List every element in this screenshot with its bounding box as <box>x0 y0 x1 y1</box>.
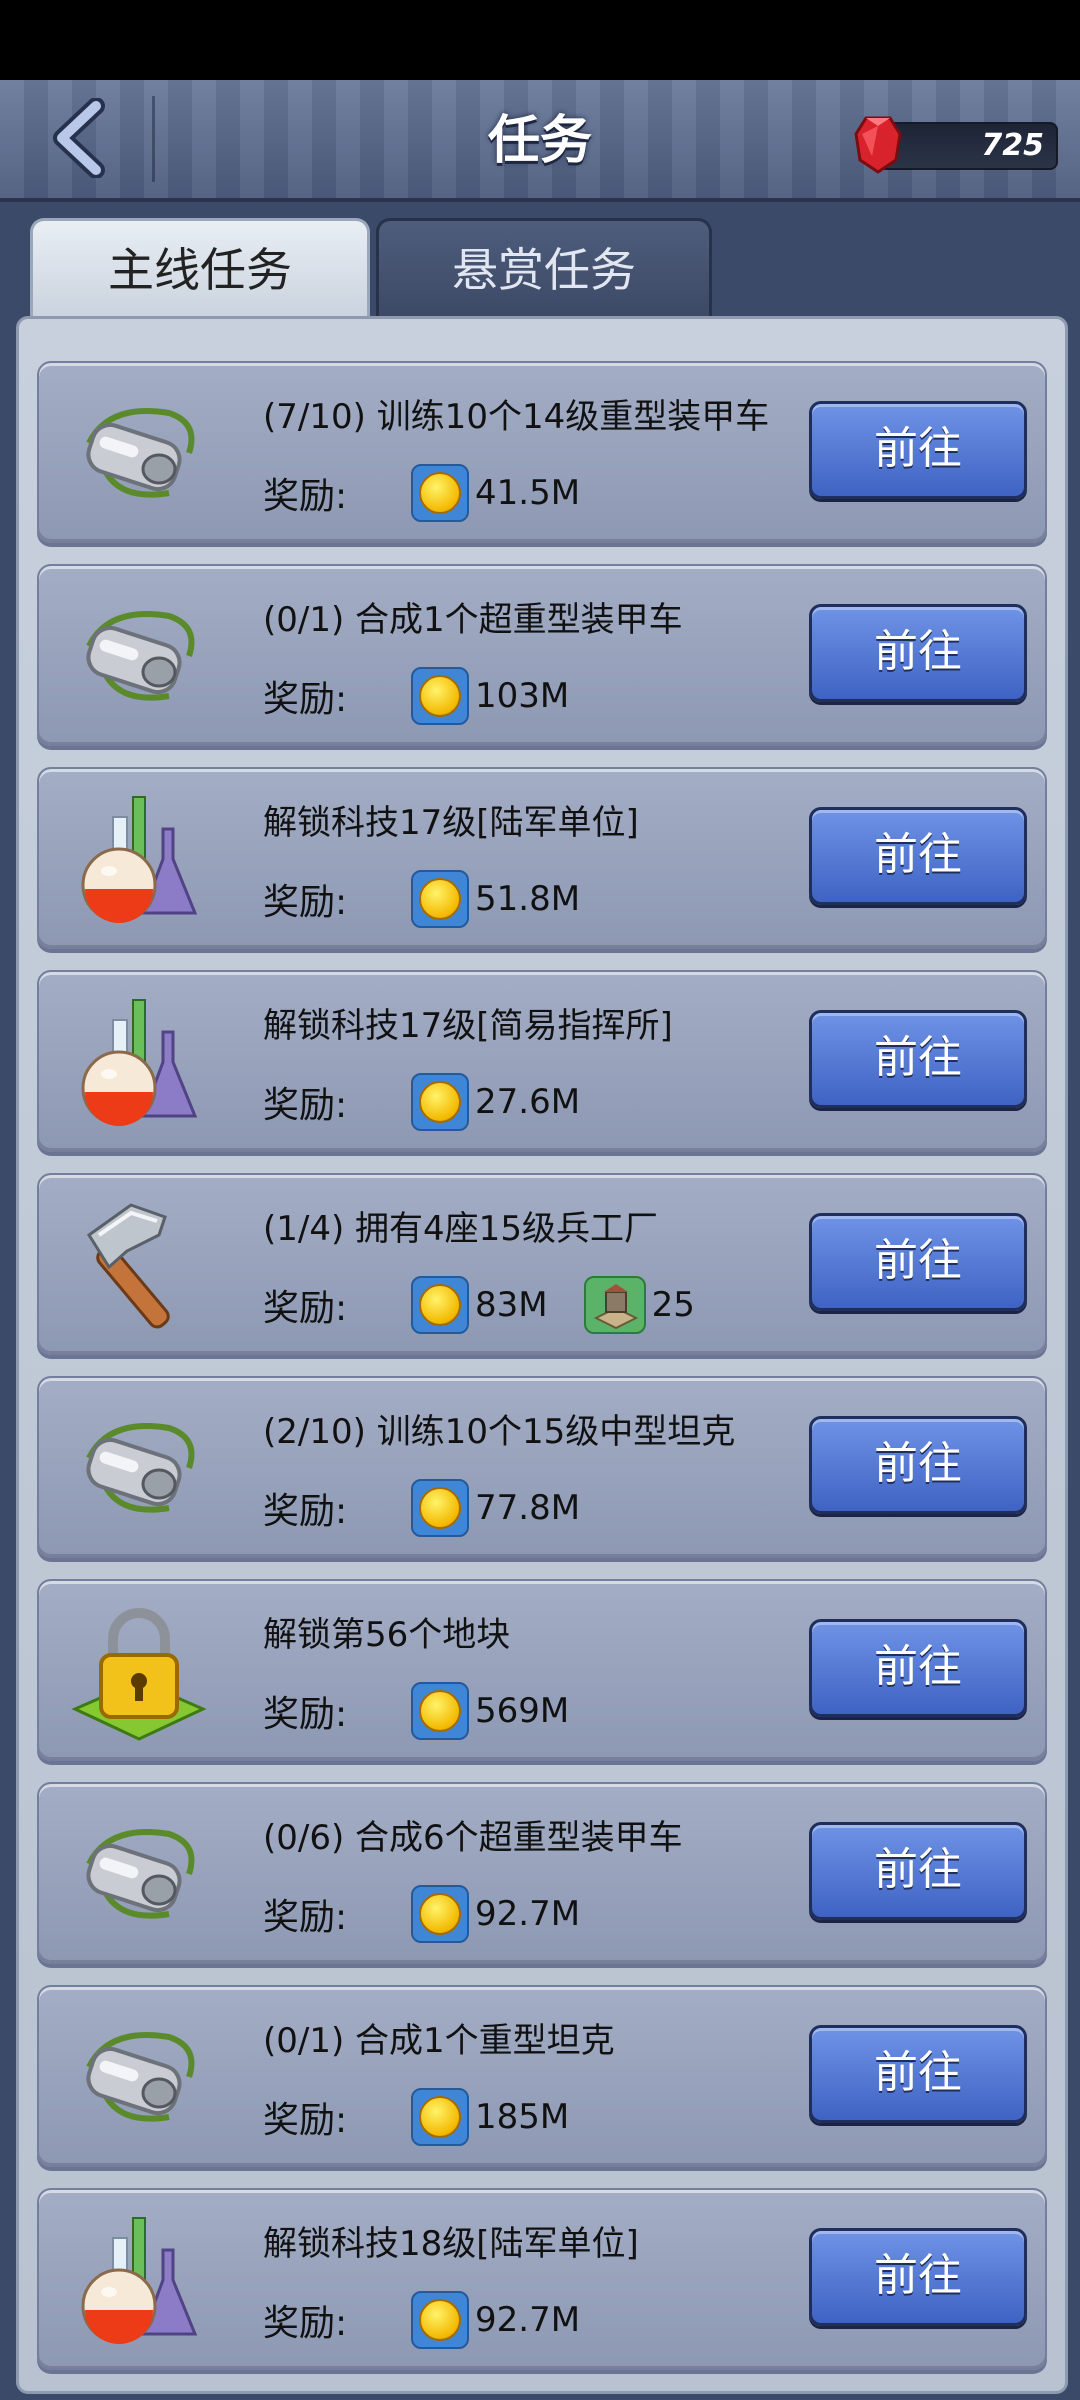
reward-label: 奖励: <box>263 1897 348 1938</box>
reward-row: 奖励: 77.8M <box>263 1478 580 1538</box>
reward-row: 奖励: 569M <box>263 1681 569 1741</box>
reward-amount: 92.7M <box>475 2300 581 2340</box>
task-card: (7/10) 训练10个14级重型装甲车 奖励: 41.5M 前往 <box>37 361 1047 543</box>
whistle-icon <box>69 2007 209 2147</box>
task-card: 解锁第56个地块 奖励: 569M 前往 <box>37 1579 1047 1761</box>
reward-label: 奖励: <box>263 679 348 720</box>
reward-row: 奖励: 51.8M <box>263 869 580 929</box>
reward-row: 奖励: 27.6M <box>263 1072 580 1132</box>
tab-main-quests[interactable]: 主线任务 <box>30 218 370 319</box>
reward-amount: 185M <box>475 2097 570 2137</box>
task-title: 解锁科技17级[简易指挥所] <box>263 1006 673 1046</box>
whistle-icon <box>69 383 209 523</box>
whistle-icon <box>69 586 209 726</box>
reward-amount: 41.5M <box>475 473 581 513</box>
go-button[interactable]: 前往 <box>809 1822 1027 1920</box>
tab-bounty-quests[interactable]: 悬赏任务 <box>376 218 712 319</box>
reward-label: 奖励: <box>263 2303 348 2344</box>
task-title: 解锁科技18级[陆军单位] <box>263 2224 639 2264</box>
gold-coin-icon <box>411 464 469 522</box>
reward-label: 奖励: <box>263 1694 348 1735</box>
reward-row: 奖励: 103M <box>263 666 569 726</box>
go-button[interactable]: 前往 <box>809 1213 1027 1311</box>
task-card: 解锁科技18级[陆军单位] 奖励: 92.7M 前往 <box>37 2188 1047 2370</box>
reward-row: 奖励: 185M <box>263 2087 569 2147</box>
lock-icon <box>69 1601 209 1741</box>
task-title: 解锁科技17级[陆军单位] <box>263 803 639 843</box>
gem-count: 725 <box>981 128 1044 163</box>
task-title: (0/1) 合成1个超重型装甲车 <box>263 600 683 640</box>
task-card: (2/10) 训练10个15级中型坦克 奖励: 77.8M 前往 <box>37 1376 1047 1558</box>
go-button[interactable]: 前往 <box>809 2025 1027 2123</box>
gold-coin-icon <box>411 2291 469 2349</box>
status-bar <box>0 0 1080 80</box>
task-title: (0/6) 合成6个超重型装甲车 <box>263 1818 683 1858</box>
task-title: (2/10) 训练10个15级中型坦克 <box>263 1412 736 1452</box>
reward-amount: 27.6M <box>475 1082 581 1122</box>
flask-icon <box>69 992 209 1132</box>
reward-amount: 83M <box>475 1285 548 1325</box>
task-title: (0/1) 合成1个重型坦克 <box>263 2021 615 2061</box>
go-button[interactable]: 前往 <box>809 401 1027 499</box>
reward-amount: 92.7M <box>475 1894 581 1934</box>
reward-label: 奖励: <box>263 882 348 923</box>
reward-row: 奖励: 92.7M <box>263 1884 580 1944</box>
go-button[interactable]: 前往 <box>809 1416 1027 1514</box>
task-card: (1/4) 拥有4座15级兵工厂 奖励: 83M 25 前往 <box>37 1173 1047 1355</box>
extra-reward-amount: 25 <box>651 1285 695 1325</box>
gold-coin-icon <box>411 870 469 928</box>
gold-coin-icon <box>411 1073 469 1131</box>
task-title: (1/4) 拥有4座15级兵工厂 <box>263 1209 658 1249</box>
reward-label: 奖励: <box>263 1288 348 1329</box>
header: 任务 725 <box>0 80 1080 202</box>
reward-amount: 77.8M <box>475 1488 581 1528</box>
go-button[interactable]: 前往 <box>809 807 1027 905</box>
reward-label: 奖励: <box>263 1491 348 1532</box>
task-card: 解锁科技17级[简易指挥所] 奖励: 27.6M 前往 <box>37 970 1047 1152</box>
reward-amount: 103M <box>475 676 570 716</box>
reward-label: 奖励: <box>263 1085 348 1126</box>
task-card: (0/1) 合成1个超重型装甲车 奖励: 103M 前往 <box>37 564 1047 746</box>
flask-icon <box>69 789 209 929</box>
reward-amount: 569M <box>475 1691 570 1731</box>
go-button[interactable]: 前往 <box>809 1619 1027 1717</box>
reward-amount: 51.8M <box>475 879 581 919</box>
go-button[interactable]: 前往 <box>809 1010 1027 1108</box>
go-button[interactable]: 前往 <box>809 604 1027 702</box>
gold-coin-icon <box>411 1276 469 1334</box>
reward-row: 奖励: 83M 25 <box>263 1275 695 1335</box>
gold-coin-icon <box>411 1479 469 1537</box>
flask-icon <box>69 2210 209 2350</box>
reward-label: 奖励: <box>263 476 348 517</box>
hammer-icon <box>69 1195 209 1335</box>
whistle-icon <box>69 1804 209 1944</box>
task-card: (0/1) 合成1个重型坦克 奖励: 185M 前往 <box>37 1985 1047 2167</box>
task-card: (0/6) 合成6个超重型装甲车 奖励: 92.7M 前往 <box>37 1782 1047 1964</box>
gold-coin-icon <box>411 1682 469 1740</box>
gold-coin-icon <box>411 667 469 725</box>
go-button[interactable]: 前往 <box>809 2228 1027 2326</box>
gold-coin-icon <box>411 1885 469 1943</box>
whistle-icon <box>69 1398 209 1538</box>
reward-row: 奖励: 92.7M <box>263 2290 580 2350</box>
reward-label: 奖励: <box>263 2100 348 2141</box>
task-title: (7/10) 训练10个14级重型装甲车 <box>263 397 770 437</box>
building-material-icon <box>583 1276 646 1334</box>
task-title: 解锁第56个地块 <box>263 1615 511 1655</box>
task-panel: (7/10) 训练10个14级重型装甲车 奖励: 41.5M 前往 (0/1) 合成1… <box>16 316 1068 2394</box>
gold-coin-icon <box>411 2088 469 2146</box>
reward-row: 奖励: 41.5M <box>263 463 580 523</box>
ruby-gem-icon <box>854 116 902 174</box>
task-card: 解锁科技17级[陆军单位] 奖励: 51.8M 前往 <box>37 767 1047 949</box>
